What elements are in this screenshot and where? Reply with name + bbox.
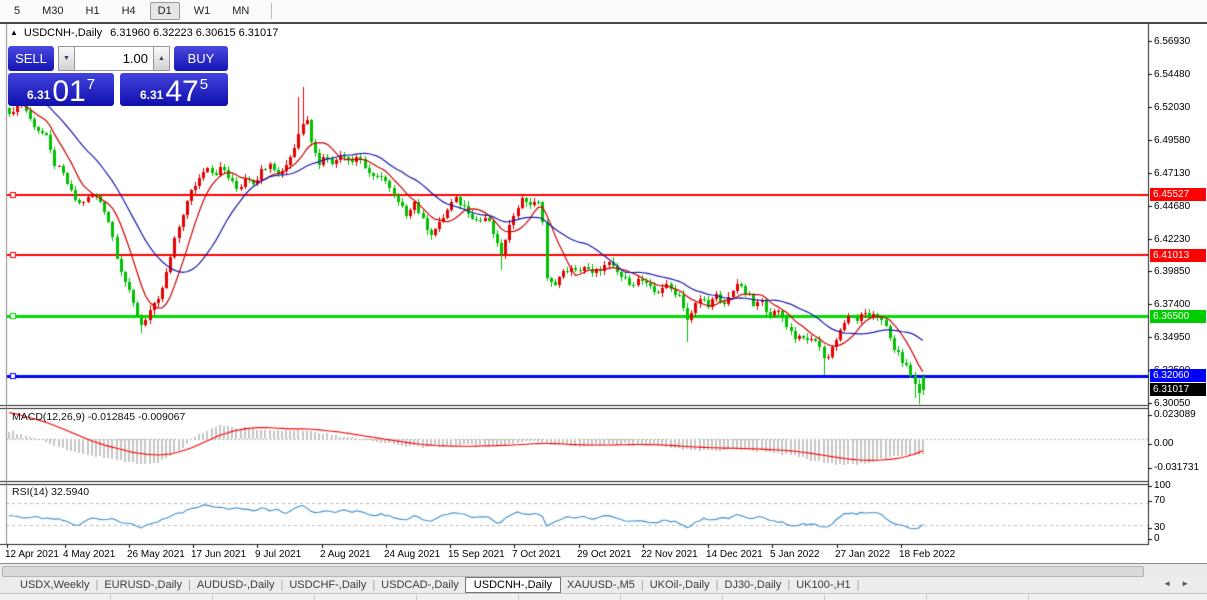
timeframe-d1[interactable]: D1: [149, 2, 180, 20]
timeframe-w1[interactable]: W1: [186, 2, 219, 20]
tab-usdcad-daily[interactable]: USDCAD-,Daily: [375, 579, 465, 591]
tab-audusd-daily[interactable]: AUDUSD-,Daily: [191, 579, 281, 591]
date-axis-label: 7 Oct 2021: [512, 549, 561, 560]
chart-horizontal-scrollbar[interactable]: [0, 563, 1207, 577]
tab-dj30-daily[interactable]: DJ30-,Daily: [719, 579, 788, 591]
date-axis-label: 26 May 2021: [127, 549, 185, 560]
date-axis-label: 17 Jun 2021: [191, 549, 247, 560]
date-axis-label: 9 Jul 2021: [255, 549, 302, 560]
price-axis-tick-label: 6.39850: [1154, 266, 1191, 277]
trading-terminal: 5 M30 H1 H4 D1 W1 MN ▲ USDCNH-,Daily 6.31960 6.3…: [0, 0, 1207, 600]
rsi-indicator-label: RSI(14) 32.5940: [12, 486, 90, 498]
timeframe-mn[interactable]: MN: [224, 2, 257, 20]
volume-input[interactable]: 1.00: [75, 46, 153, 71]
sell-price-prefix: 6.31: [26, 88, 51, 102]
status-pane-divider: [926, 595, 927, 600]
volume-decrease-button[interactable]: ▼: [58, 46, 75, 71]
price-axis-tick-label: 6.56930: [1154, 36, 1191, 47]
status-pane-divider: [212, 595, 213, 600]
price-axis-tick-label: 6.54480: [1154, 69, 1191, 80]
price-level-tag: 6.31017: [1150, 383, 1206, 396]
symbol-tab-bar: USDX,Weekly | EURUSD-,Daily | AUDUSD-,Daily |…: [0, 577, 1207, 593]
price-axis-tick-label: 6.34950: [1154, 332, 1191, 343]
price-axis-tick-label: 6.42230: [1154, 234, 1191, 245]
tab-scroll-left-icon[interactable]: ◄: [1163, 579, 1181, 588]
date-axis-label: 15 Sep 2021: [448, 549, 505, 560]
tab-xauusd-m5[interactable]: XAUUSD-,M5: [561, 579, 641, 591]
status-pane-divider: [620, 595, 621, 600]
date-axis-label: 24 Aug 2021: [384, 549, 441, 560]
tab-scroll-arrows[interactable]: ◄►: [1163, 579, 1199, 588]
tab-usdcnh-daily[interactable]: USDCNH-,Daily: [464, 577, 562, 593]
price-level-tag: 6.36500: [1150, 310, 1206, 323]
date-axis-label: 14 Dec 2021: [706, 549, 763, 560]
date-axis-label: 2 Aug 2021: [320, 549, 371, 560]
macd-axis-label: 0.023089: [1154, 409, 1196, 420]
toolbar-separator: [271, 3, 273, 19]
macd-axis-label: -0.031731: [1154, 462, 1200, 473]
macd-axis-label: 0.00: [1154, 438, 1174, 449]
tab-scroll-right-icon[interactable]: ►: [1181, 579, 1199, 588]
buy-price-big: 47: [165, 75, 199, 108]
status-pane-divider: [416, 595, 417, 600]
volume-increase-button[interactable]: ▲: [153, 46, 170, 71]
volume-stepper: ▼ 1.00 ▲: [58, 46, 170, 71]
price-level-tag: 6.45527: [1150, 188, 1206, 201]
status-pane-divider: [314, 595, 315, 600]
rsi-axis-label: 0: [1154, 533, 1160, 544]
price-axis-tick-label: 6.52030: [1154, 102, 1191, 113]
sell-button[interactable]: SELL: [8, 46, 54, 71]
tab-eurusd-daily[interactable]: EURUSD-,Daily: [98, 579, 188, 591]
chart-window: ▲ USDCNH-,Daily 6.31960 6.32223 6.30615 6.…: [0, 22, 1207, 563]
date-axis-label: 18 Feb 2022: [899, 549, 956, 560]
date-axis-label: 22 Nov 2021: [641, 549, 698, 560]
price-axis-tick-label: 6.44680: [1154, 201, 1191, 212]
timeframe-5[interactable]: 5: [6, 2, 28, 20]
status-bar: [0, 593, 1207, 600]
timeframe-toolbar: 5 M30 H1 H4 D1 W1 MN: [0, 0, 1207, 22]
sell-price-button[interactable]: 6.31 01 7: [8, 73, 114, 108]
price-level-tag: 6.41013: [1150, 249, 1206, 262]
price-axis-tick-label: 6.49580: [1154, 135, 1191, 146]
date-axis-label: 12 Apr 2021: [5, 549, 59, 560]
status-pane-divider: [824, 595, 825, 600]
date-axis-label: 27 Jan 2022: [835, 549, 891, 560]
price-axis-tick-label: 6.47130: [1154, 168, 1191, 179]
status-pane-divider: [110, 595, 111, 600]
price-axis-tick-label: 6.37400: [1154, 299, 1191, 310]
sell-price-sup: 7: [86, 76, 96, 93]
chart-title-row: ▲ USDCNH-,Daily 6.31960 6.32223 6.30615 6.…: [10, 27, 278, 39]
tab-uk100-h1[interactable]: UK100-,H1: [790, 579, 856, 591]
status-pane-divider: [1028, 595, 1029, 600]
price-axis-tick-label: 6.30050: [1154, 398, 1191, 409]
date-axis-label: 5 Jan 2022: [770, 549, 820, 560]
collapse-arrow-icon[interactable]: ▲: [10, 28, 18, 37]
rsi-axis-label: 70: [1154, 495, 1166, 506]
tab-separator: |: [856, 579, 860, 591]
timeframe-m30[interactable]: M30: [34, 2, 71, 20]
price-level-tag: 6.32060: [1150, 369, 1206, 382]
scrollbar-thumb[interactable]: [2, 566, 1144, 577]
date-axis-label: 4 May 2021: [63, 549, 116, 560]
buy-price-sup: 5: [199, 76, 209, 93]
macd-indicator-label: MACD(12,26,9) -0.012845 -0.009067: [12, 411, 186, 423]
rsi-axis-label: 100: [1154, 480, 1171, 491]
tab-usdchf-daily[interactable]: USDCHF-,Daily: [283, 579, 372, 591]
status-pane-divider: [722, 595, 723, 600]
buy-button[interactable]: BUY: [174, 46, 228, 71]
buy-price-button[interactable]: 6.31 47 5: [120, 73, 228, 108]
status-pane-divider: [518, 595, 519, 600]
tab-usdx-weekly[interactable]: USDX,Weekly: [14, 579, 95, 591]
sell-price-big: 01: [52, 75, 86, 108]
chart-symbol-title: USDCNH-,Daily: [23, 27, 103, 39]
buy-price-prefix: 6.31: [139, 88, 164, 102]
timeframe-h1[interactable]: H1: [78, 2, 108, 20]
date-axis-label: 29 Oct 2021: [577, 549, 632, 560]
rsi-axis-label: 30: [1154, 522, 1166, 533]
tab-ukoil-daily[interactable]: UKOil-,Daily: [644, 579, 716, 591]
timeframe-h4[interactable]: H4: [114, 2, 144, 20]
chart-ohlc-values: 6.31960 6.32223 6.30615 6.31017: [110, 27, 279, 39]
